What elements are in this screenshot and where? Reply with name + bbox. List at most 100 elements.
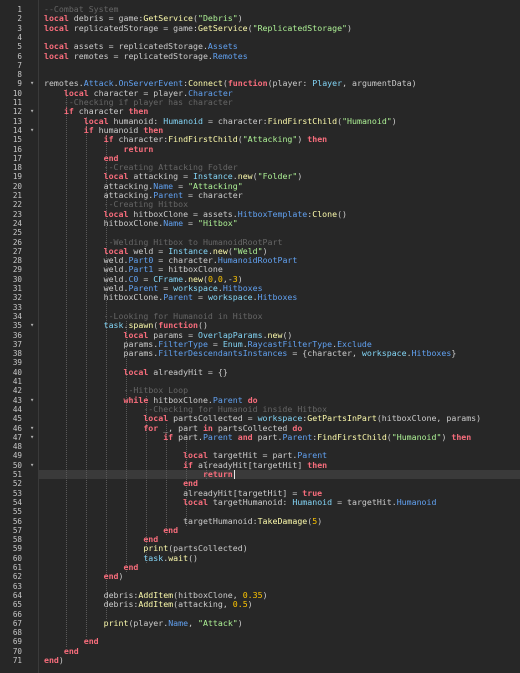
code-line[interactable]: end) xyxy=(44,571,124,582)
line-number: 58 xyxy=(12,535,22,545)
line-number: 36 xyxy=(12,330,22,340)
code-token: GetService xyxy=(197,22,248,33)
fold-arrow-icon[interactable]: ▾ xyxy=(30,321,34,330)
line-number: 17 xyxy=(12,153,22,163)
line-number: 63 xyxy=(12,581,22,591)
gutter-row: 42 xyxy=(0,386,38,395)
line-number: 45 xyxy=(12,414,22,424)
fold-arrow-icon[interactable]: ▾ xyxy=(30,433,34,442)
code-token: ) xyxy=(118,571,124,582)
code-line[interactable]: debris:AddItem(attacking, 0.5) xyxy=(44,600,253,609)
line-number: 6 xyxy=(17,51,22,61)
line-number: 47 xyxy=(12,432,22,442)
gutter-row: 9 ▾ xyxy=(0,79,38,88)
code-token: return xyxy=(202,469,233,479)
code-token: , xyxy=(188,617,199,628)
gutter-row: 44 xyxy=(0,405,38,414)
fold-arrow-icon[interactable]: ▾ xyxy=(30,126,34,135)
gutter-row: 21 xyxy=(0,191,38,200)
code-token: = {character, xyxy=(287,348,362,359)
code-editor[interactable]: 1 2 3 4 5 6 7 8 9 ▾ 10 11 12 ▾ 13 14 ▾ 15 16 17 18 19 20 21 22 23… xyxy=(0,0,520,673)
code-token: AddItem xyxy=(138,599,174,610)
gutter-row: 39 xyxy=(0,358,38,367)
gutter-row: 3 xyxy=(0,24,38,33)
code-token: Player xyxy=(312,78,343,89)
gutter-row: 25 xyxy=(0,228,38,237)
line-number: 67 xyxy=(12,618,22,628)
line-number: 60 xyxy=(12,553,22,563)
line-number: 12 xyxy=(12,107,22,117)
line-number: 3 xyxy=(17,23,22,33)
code-token: = xyxy=(193,292,208,303)
code-token: Parent xyxy=(202,431,233,442)
gutter-row: 5 xyxy=(0,42,38,51)
code-token: ) xyxy=(247,599,253,610)
line-number: 40 xyxy=(12,367,22,377)
code-token: HumanoidRootPart xyxy=(217,255,298,266)
line-number: 10 xyxy=(12,88,22,98)
fold-arrow-icon[interactable]: ▾ xyxy=(30,461,34,470)
code-token: end xyxy=(123,562,139,572)
gutter-row: 63 xyxy=(0,582,38,591)
line-number: 15 xyxy=(12,135,22,145)
code-token: part. xyxy=(252,431,283,442)
gutter-row: 57 xyxy=(0,526,38,535)
gutter-row: 35 ▾ xyxy=(0,321,38,330)
code-line[interactable]: local alreadyHit = {} xyxy=(44,367,227,377)
gutter-row: 18 xyxy=(0,163,38,172)
line-number: 21 xyxy=(12,191,22,200)
gutter-row: 10 xyxy=(0,89,38,98)
gutter-row: 32 xyxy=(0,293,38,302)
gutter-row: 41 xyxy=(0,377,38,386)
code-token: remotes = replicatedStorage. xyxy=(68,50,213,61)
line-number-gutter: 1 2 3 4 5 6 7 8 9 ▾ 10 11 12 ▾ 13 14 ▾ 15 16 17 18 19 20 21 22 23… xyxy=(0,0,39,673)
fold-arrow-icon[interactable]: ▾ xyxy=(30,79,34,88)
gutter-row: 12 ▾ xyxy=(0,107,38,116)
code-line[interactable]: hitboxClone.Name = "Hitbox" xyxy=(44,218,238,228)
code-line[interactable]: local replicatedStorage = game:GetServic… xyxy=(44,22,352,33)
text-caret xyxy=(234,470,235,479)
code-token: Name xyxy=(168,617,189,628)
code-token: ) xyxy=(58,655,64,665)
code-token: 0.5 xyxy=(232,599,248,610)
code-line[interactable]: hitboxClone.Parent = workspace.Hitboxes xyxy=(44,292,298,303)
code-line[interactable]: local remotes = replicatedStorage.Remote… xyxy=(44,50,248,61)
fold-arrow-icon[interactable]: ▾ xyxy=(30,396,34,405)
line-number: 4 xyxy=(17,32,22,42)
gutter-row: 51 xyxy=(0,470,38,479)
line-number: 31 xyxy=(12,284,22,293)
line-number: 28 xyxy=(12,256,22,266)
gutter-row: 36 xyxy=(0,331,38,340)
gutter-row: 53 xyxy=(0,489,38,498)
code-line[interactable]: end) xyxy=(44,656,64,665)
code-line[interactable]: if part.Parent and part.Parent:FindFirst… xyxy=(44,431,471,442)
gutter-row: 27 xyxy=(0,247,38,256)
line-number: 14 xyxy=(12,125,22,135)
gutter-row: 67 xyxy=(0,619,38,628)
code-token: Remotes xyxy=(212,50,248,61)
code-token: "ReplicatedStorage" xyxy=(252,22,347,33)
code-token: replicatedStorage = game: xyxy=(68,22,198,33)
line-number: 33 xyxy=(12,302,22,312)
code-token: = character xyxy=(183,190,243,200)
fold-arrow-icon[interactable]: ▾ xyxy=(30,424,34,433)
code-token: print xyxy=(103,617,129,628)
line-number: 65 xyxy=(12,600,22,610)
code-token: wait xyxy=(168,552,189,563)
gutter-row: 16 xyxy=(0,145,38,154)
line-number: 39 xyxy=(12,358,22,368)
code-token: FindFirstChild xyxy=(317,431,387,442)
code-line[interactable]: print(player.Name, "Attack") xyxy=(44,617,243,628)
gutter-row: 26 xyxy=(0,238,38,247)
code-token: "Attack" xyxy=(198,617,238,628)
gutter-row: 22 xyxy=(0,200,38,209)
code-token: FilterDescendantsInstances xyxy=(158,348,288,359)
code-token: then xyxy=(307,134,328,145)
line-number: 53 xyxy=(12,488,22,498)
code-line[interactable]: local targetHumanoid: Humanoid = targetH… xyxy=(44,497,436,507)
gutter-row: 37 xyxy=(0,340,38,349)
fold-arrow-icon[interactable]: ▾ xyxy=(30,107,34,116)
code-line[interactable]: params.FilterDescendantsInstances = {cha… xyxy=(44,349,456,358)
code-token: ) xyxy=(237,617,243,628)
